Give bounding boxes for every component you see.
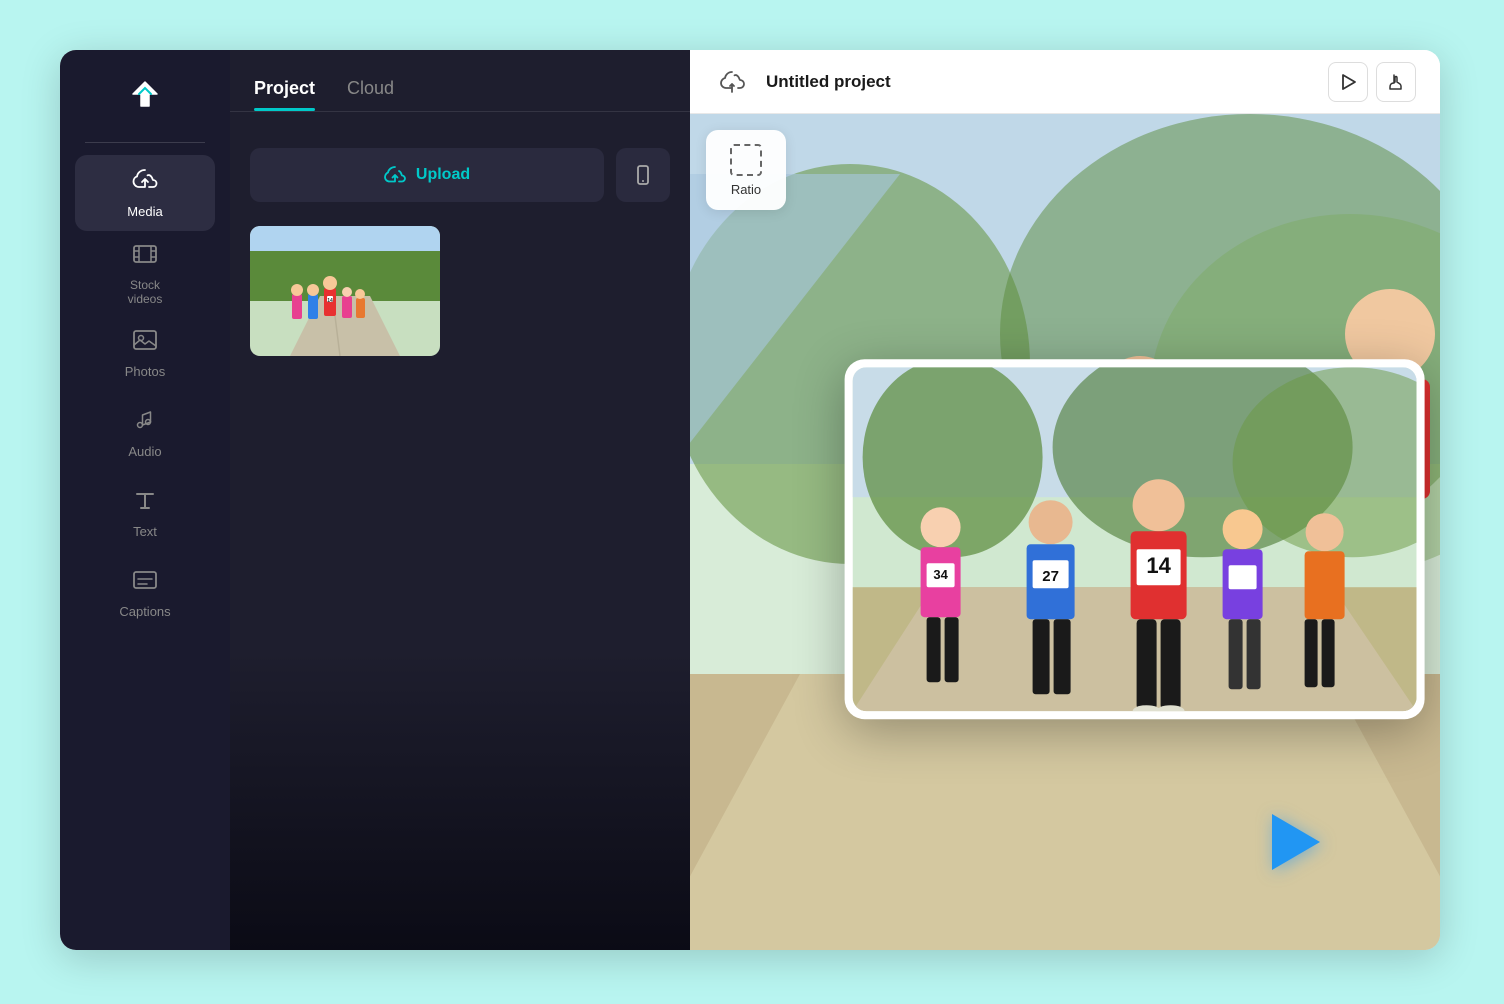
sidebar: Media Stockvideos (60, 50, 230, 950)
film-icon (132, 241, 158, 272)
media-icon (132, 167, 158, 198)
header-actions (1328, 62, 1416, 102)
media-panel-tabs: Project Cloud (230, 50, 690, 111)
sidebar-item-stock-videos-label: Stockvideos (128, 278, 163, 306)
sidebar-item-stock-videos[interactable]: Stockvideos (75, 235, 215, 311)
svg-text:14: 14 (327, 298, 333, 304)
canvas-area: Ratio (690, 114, 1440, 950)
svg-text:14: 14 (1146, 553, 1171, 578)
upload-button[interactable]: Upload (250, 148, 604, 202)
sidebar-item-captions-label: Captions (119, 604, 170, 619)
editor-header: Untitled project (690, 50, 1440, 114)
media-thumbnail-1[interactable]: 14 (250, 226, 440, 356)
project-title: Untitled project (766, 72, 1312, 92)
editor-area: Untitled project Ratio (690, 50, 1440, 950)
svg-text:34: 34 (933, 567, 948, 582)
sidebar-item-text[interactable]: Text (75, 475, 215, 551)
sidebar-item-photos[interactable]: Photos (75, 315, 215, 391)
sidebar-item-photos-label: Photos (125, 364, 165, 379)
svg-text:27: 27 (1042, 568, 1059, 585)
app-logo (121, 70, 169, 118)
tab-divider (230, 111, 690, 112)
tab-project[interactable]: Project (254, 78, 315, 111)
play-cursor-icon (1272, 814, 1320, 870)
tab-cloud[interactable]: Cloud (347, 78, 394, 111)
main-photo-inner: 34 27 14 (853, 367, 1417, 711)
ratio-icon (730, 144, 762, 176)
hand-cursor-button[interactable] (1376, 62, 1416, 102)
sidebar-divider (85, 142, 205, 143)
sidebar-item-text-label: Text (133, 524, 157, 539)
main-photo-frame: 34 27 14 (845, 359, 1425, 719)
ratio-label: Ratio (731, 182, 761, 197)
main-container: Media Stockvideos (60, 50, 1440, 950)
sidebar-item-audio[interactable]: Audio (75, 395, 215, 471)
ratio-button[interactable]: Ratio (706, 130, 786, 210)
sidebar-item-audio-label: Audio (128, 444, 161, 459)
sidebar-item-media[interactable]: Media (75, 155, 215, 231)
text-icon (132, 487, 158, 518)
media-panel: Project Cloud Upload (230, 50, 690, 950)
upload-button-label: Upload (416, 166, 470, 184)
captions-icon (132, 567, 158, 598)
main-photo-svg: 34 27 14 (853, 367, 1417, 711)
audio-icon (132, 407, 158, 438)
media-grid: 14 (230, 218, 690, 364)
cloud-save-icon[interactable] (714, 64, 750, 100)
play-button[interactable] (1328, 62, 1368, 102)
mobile-button[interactable] (616, 148, 670, 202)
image-icon (132, 327, 158, 358)
sidebar-item-media-label: Media (127, 204, 162, 219)
media-actions: Upload (230, 132, 690, 218)
sidebar-item-captions[interactable]: Captions (75, 555, 215, 631)
